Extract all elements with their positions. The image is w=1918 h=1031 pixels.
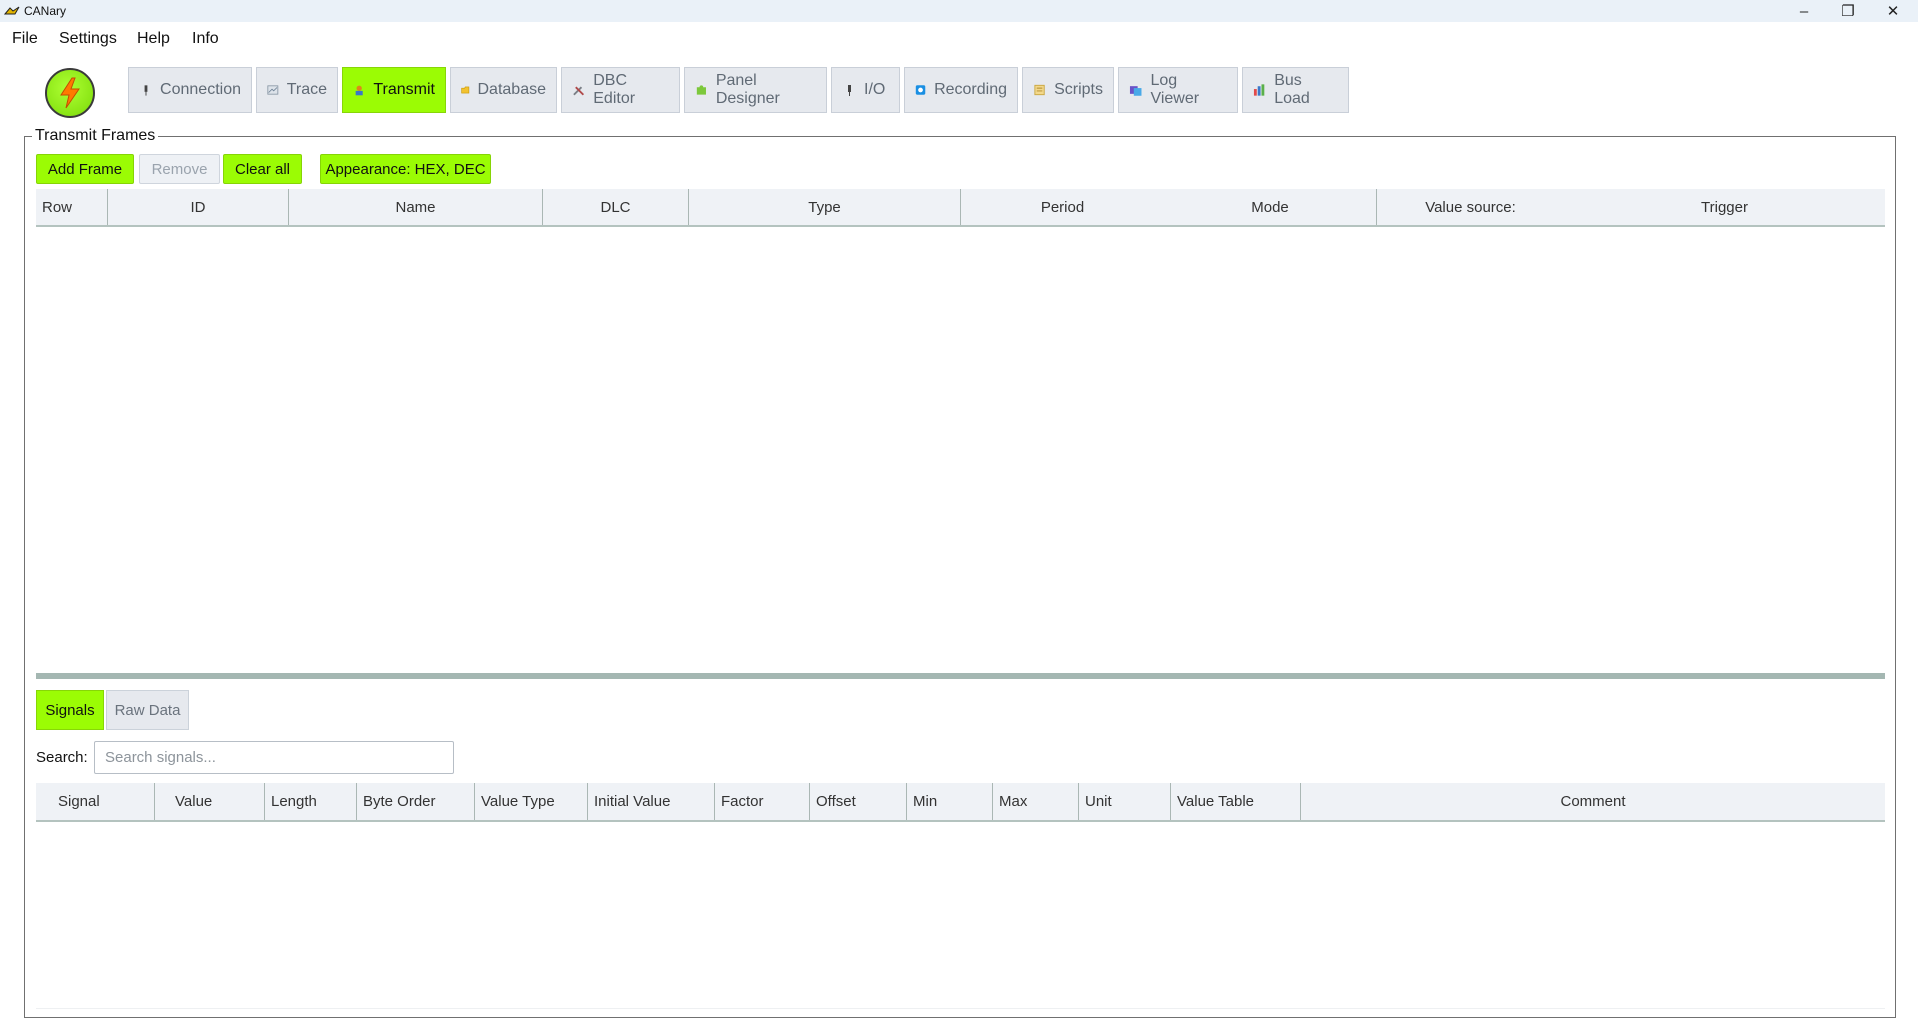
clear-all-button[interactable]: Clear all bbox=[223, 154, 302, 184]
tab-scripts[interactable]: Scripts bbox=[1022, 67, 1114, 113]
column-header-value-type[interactable]: Value Type bbox=[475, 783, 588, 820]
tab-transmit[interactable]: Transmit bbox=[342, 67, 446, 113]
lightning-icon bbox=[60, 77, 80, 109]
column-header-signal[interactable]: Signal bbox=[36, 783, 155, 820]
column-header-length[interactable]: Length bbox=[265, 783, 357, 820]
tab-label: DBC Editor bbox=[593, 72, 636, 107]
search-signals-input[interactable] bbox=[94, 741, 454, 774]
tab-label: Transmit bbox=[373, 81, 435, 98]
maximize-button[interactable]: ❐ bbox=[1826, 0, 1870, 22]
title-bar: CANary – ❐ ✕ bbox=[0, 0, 1918, 22]
column-header-value-source[interactable]: Value source: bbox=[1377, 189, 1564, 225]
app-logo bbox=[45, 68, 95, 118]
chart-icon bbox=[267, 85, 279, 95]
tab-database[interactable]: Database bbox=[450, 67, 557, 113]
column-header-dlc[interactable]: DLC bbox=[543, 189, 689, 225]
menu-info[interactable]: Info bbox=[192, 30, 219, 48]
signals-table-body[interactable] bbox=[36, 822, 1885, 1007]
tab-label: Scripts bbox=[1054, 81, 1103, 98]
tab-label: Database bbox=[477, 81, 547, 98]
tab-bus-load[interactable]: Bus Load bbox=[1242, 67, 1349, 113]
tab-signals[interactable]: Signals bbox=[36, 690, 104, 730]
menu-file[interactable]: File bbox=[12, 30, 38, 48]
record-icon bbox=[915, 85, 926, 95]
column-header-trigger[interactable]: Trigger bbox=[1564, 189, 1885, 225]
menu-bar: File Settings Help Info bbox=[0, 26, 1918, 54]
column-header-initial-value[interactable]: Initial Value bbox=[588, 783, 715, 820]
column-header-name[interactable]: Name bbox=[289, 189, 543, 225]
tools-icon bbox=[573, 86, 585, 96]
close-button[interactable]: ✕ bbox=[1871, 0, 1915, 22]
tab-io[interactable]: I/O bbox=[831, 67, 900, 113]
frames-table-header: Row ID Name DLC Type Period Mode Value s… bbox=[36, 189, 1885, 227]
menu-settings[interactable]: Settings bbox=[59, 30, 117, 48]
frames-table-body[interactable] bbox=[36, 227, 1885, 667]
menu-help[interactable]: Help bbox=[137, 30, 170, 48]
puzzle-icon bbox=[696, 85, 706, 95]
search-label: Search: bbox=[36, 749, 88, 766]
tab-label: Trace bbox=[286, 81, 327, 98]
tab-label: Recording bbox=[934, 81, 1007, 98]
column-header-value-table[interactable]: Value Table bbox=[1171, 783, 1301, 820]
column-header-type[interactable]: Type bbox=[689, 189, 961, 225]
column-header-period[interactable]: Period bbox=[961, 189, 1164, 225]
tab-label: Connection bbox=[160, 81, 241, 98]
column-header-row[interactable]: Row bbox=[36, 189, 108, 225]
tab-label: Log Viewer bbox=[1150, 72, 1200, 107]
splitter-handle[interactable] bbox=[36, 673, 1885, 679]
tab-dbc-editor[interactable]: DBC Editor bbox=[561, 67, 680, 113]
column-header-byte-order[interactable]: Byte Order bbox=[357, 783, 475, 820]
column-header-comment[interactable]: Comment bbox=[1301, 783, 1885, 820]
transmit-icon bbox=[355, 85, 363, 96]
tab-label: Panel Designer bbox=[715, 72, 780, 107]
column-header-max[interactable]: Max bbox=[993, 783, 1079, 820]
column-header-min[interactable]: Min bbox=[907, 783, 993, 820]
column-header-unit[interactable]: Unit bbox=[1079, 783, 1171, 820]
plug-icon bbox=[144, 85, 148, 96]
bar-chart-icon bbox=[1253, 84, 1265, 96]
tab-trace[interactable]: Trace bbox=[256, 67, 338, 113]
tab-raw-data[interactable]: Raw Data bbox=[106, 690, 189, 730]
tab-log-viewer[interactable]: Log Viewer bbox=[1118, 67, 1238, 113]
column-header-factor[interactable]: Factor bbox=[715, 783, 810, 820]
group-title: Transmit Frames bbox=[32, 127, 159, 145]
log-icon bbox=[1129, 86, 1142, 96]
column-header-id[interactable]: ID bbox=[108, 189, 289, 225]
appearance-button[interactable]: Appearance: HEX, DEC bbox=[320, 154, 491, 184]
scroll-icon bbox=[1034, 84, 1045, 96]
table-bottom-border bbox=[36, 1008, 1885, 1009]
column-header-offset[interactable]: Offset bbox=[810, 783, 907, 820]
tab-connection[interactable]: Connection bbox=[128, 67, 252, 113]
plug-icon bbox=[848, 85, 851, 96]
canary-bird-icon bbox=[3, 6, 20, 15]
tab-label: Bus Load bbox=[1274, 72, 1310, 107]
window-title: CANary bbox=[24, 4, 67, 18]
column-header-value[interactable]: Value bbox=[155, 783, 265, 820]
tab-panel-designer[interactable]: Panel Designer bbox=[684, 67, 827, 113]
tab-label: I/O bbox=[864, 81, 886, 98]
add-frame-button[interactable]: Add Frame bbox=[36, 154, 134, 184]
signals-table-header: Signal Value Length Byte Order Value Typ… bbox=[36, 783, 1885, 822]
tab-recording[interactable]: Recording bbox=[904, 67, 1018, 113]
remove-button[interactable]: Remove bbox=[139, 154, 220, 184]
column-header-mode[interactable]: Mode bbox=[1164, 189, 1377, 225]
folder-icon bbox=[461, 86, 470, 94]
minimize-button[interactable]: – bbox=[1782, 0, 1826, 22]
